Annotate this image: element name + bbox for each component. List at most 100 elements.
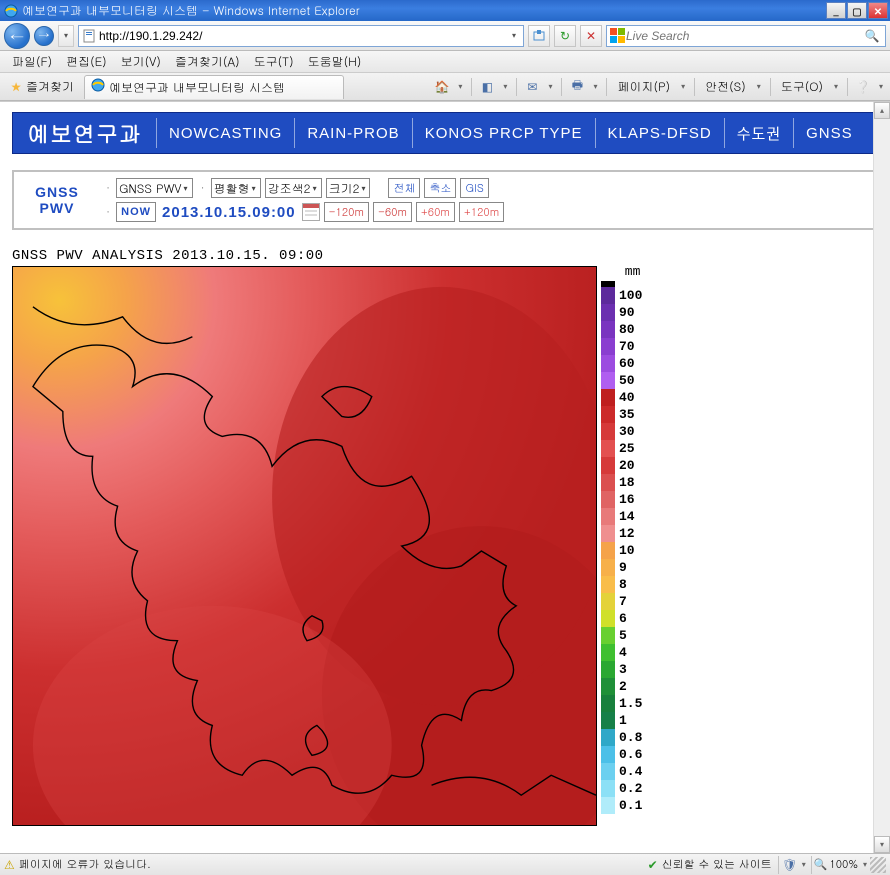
legend-value: 1 <box>615 713 627 728</box>
legend-swatch <box>601 712 615 729</box>
legend-row: 4 <box>601 644 642 661</box>
search-box[interactable]: 🔍 <box>606 25 886 47</box>
select-color[interactable]: 강조색2▾ <box>265 178 322 198</box>
calendar-icon[interactable] <box>302 203 320 221</box>
ie-icon <box>4 4 18 18</box>
tools-menu[interactable]: 도구(O) <box>777 76 827 97</box>
favorites-button[interactable]: ★ 즐겨찾기 <box>4 76 80 97</box>
legend-row: 1 <box>601 712 642 729</box>
legend-swatch <box>601 304 615 321</box>
mail-icon[interactable]: ✉ <box>523 78 541 96</box>
url-input[interactable] <box>99 27 507 45</box>
panel-side-label: GNSS PWV <box>14 172 100 228</box>
safety-menu[interactable]: 안전(S) <box>701 76 750 97</box>
btn-plus-60[interactable]: +60m <box>416 202 455 222</box>
legend-row: 10 <box>601 542 642 559</box>
legend-row: 0.1 <box>601 797 642 814</box>
legend-value: 40 <box>615 390 635 405</box>
legend-row: 40 <box>601 389 642 406</box>
legend-row: 0.6 <box>601 746 642 763</box>
favorites-bar: ★ 즐겨찾기 예보연구과 내부모니터링 시스템 🏠▾ ◧▾ ✉▾ 🖶▾ 페이지(… <box>0 73 890 101</box>
legend-swatch <box>601 491 615 508</box>
help-icon[interactable]: ❔ <box>854 78 872 96</box>
nav-klaps[interactable]: KLAPS-DFSD <box>596 125 724 142</box>
nav-konos[interactable]: KONOS PRCP TYPE <box>413 125 595 142</box>
feeds-icon[interactable]: ◧ <box>478 78 496 96</box>
legend-swatch <box>601 508 615 525</box>
legend-row: 25 <box>601 440 642 457</box>
protected-mode-icon[interactable]: 🛡 <box>781 856 799 874</box>
search-input[interactable] <box>626 27 862 45</box>
menu-view[interactable]: 보기(V) <box>115 51 167 72</box>
legend-value: 30 <box>615 424 635 439</box>
close-button[interactable]: ✕ <box>868 2 888 19</box>
legend-value: 35 <box>615 407 635 422</box>
select-product[interactable]: GNSS PWV▾ <box>116 178 192 198</box>
btn-minus-60[interactable]: -60m <box>373 202 412 222</box>
home-icon[interactable]: 🏠 <box>433 78 451 96</box>
btn-gis[interactable]: GIS <box>460 178 488 198</box>
star-icon: ★ <box>10 78 22 95</box>
zoom-value: 100% <box>829 857 858 872</box>
resize-grip[interactable] <box>870 857 886 873</box>
nav-nowcasting[interactable]: NOWCASTING <box>157 125 294 142</box>
menu-favorites[interactable]: 즐겨찾기(A) <box>169 51 246 72</box>
compat-icon[interactable] <box>528 25 550 47</box>
page-menu[interactable]: 페이지(P) <box>613 76 674 97</box>
btn-minus-120[interactable]: -120m <box>324 202 369 222</box>
maximize-button[interactable]: ▢ <box>847 2 867 19</box>
back-button[interactable]: ← <box>4 23 30 49</box>
menu-help[interactable]: 도움말(H) <box>302 51 368 72</box>
legend-row: 14 <box>601 508 642 525</box>
stop-button[interactable]: ✕ <box>580 25 602 47</box>
print-icon[interactable]: 🖶 <box>568 78 586 96</box>
search-button[interactable]: 🔍 <box>862 27 882 44</box>
legend-row: 0.8 <box>601 729 642 746</box>
btn-shrink[interactable]: 축소 <box>424 178 456 198</box>
address-dropdown[interactable]: ▾ <box>507 30 521 41</box>
content-area: ▴ ▾ 예보연구과 NOWCASTING RAIN-PROB KONOS PRC… <box>0 101 890 853</box>
select-type[interactable]: 평활형▾ <box>211 178 261 198</box>
legend-value: 2 <box>615 679 627 694</box>
history-dropdown[interactable]: ▾ <box>58 25 74 47</box>
home-dd[interactable]: ▾ <box>455 81 465 92</box>
legend-swatch <box>601 457 615 474</box>
legend-value: 1.5 <box>615 696 642 711</box>
scroll-up[interactable]: ▴ <box>874 102 890 119</box>
menu-edit[interactable]: 편집(E) <box>60 51 113 72</box>
forward-button[interactable]: → <box>34 26 54 46</box>
legend-value: 9 <box>615 560 627 575</box>
legend-swatch <box>601 610 615 627</box>
legend-row: 1.5 <box>601 695 642 712</box>
btn-all[interactable]: 전체 <box>388 178 420 198</box>
legend-value: 100 <box>615 288 642 303</box>
btn-now[interactable]: NOW <box>116 202 156 222</box>
minimize-button[interactable]: _ <box>826 2 846 19</box>
menu-file[interactable]: 파일(F) <box>6 51 58 72</box>
refresh-button[interactable]: ↻ <box>554 25 576 47</box>
page-icon <box>81 28 97 44</box>
nav-metro[interactable]: 수도권 <box>725 123 793 144</box>
security-zone[interactable]: ✔ 신뢰할 수 있는 사이트 <box>644 856 776 873</box>
nav-rain-prob[interactable]: RAIN-PROB <box>295 125 411 142</box>
legend-row: 16 <box>601 491 642 508</box>
legend-swatch <box>601 406 615 423</box>
status-text: 페이지에 오류가 있습니다. <box>19 857 151 872</box>
legend-row: 0.4 <box>601 763 642 780</box>
legend-row: 90 <box>601 304 642 321</box>
browser-tab[interactable]: 예보연구과 내부모니터링 시스템 <box>84 75 344 99</box>
scroll-down[interactable]: ▾ <box>874 836 890 853</box>
nav-gnss[interactable]: GNSS <box>794 125 865 142</box>
address-bar[interactable]: ▾ <box>78 25 524 47</box>
datetime-display: 2013.10.15.09:00 <box>160 204 298 221</box>
menu-tools[interactable]: 도구(T) <box>248 51 300 72</box>
legend-value: 25 <box>615 441 635 456</box>
control-panel: GNSS PWV · GNSS PWV▾ · 평활형▾ 강조색2▾ 크기2▾ 전… <box>12 170 878 230</box>
btn-plus-120[interactable]: +120m <box>459 202 504 222</box>
legend-row: 3 <box>601 661 642 678</box>
legend-swatch <box>601 321 615 338</box>
zoom-control[interactable]: 🔍 100% ▾ <box>814 857 870 872</box>
select-size[interactable]: 크기2▾ <box>326 178 371 198</box>
warning-icon: ⚠ <box>4 856 15 873</box>
legend-swatch <box>601 797 615 814</box>
